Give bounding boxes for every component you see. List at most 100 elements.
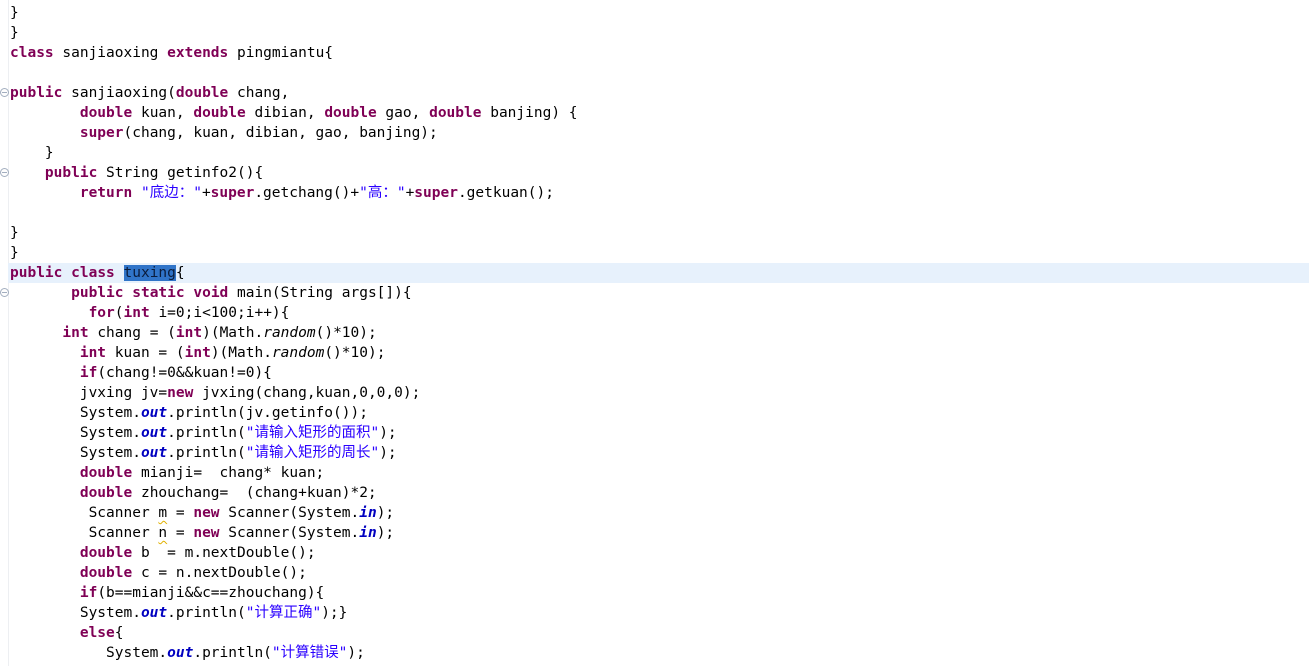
code-token: double (79, 465, 133, 481)
code-line[interactable]: double kuan, double dibian, double gao, … (0, 103, 1309, 123)
code-token: .getkuan(); (457, 185, 554, 201)
code-line[interactable] (0, 203, 1309, 223)
code-token: System. (10, 425, 141, 441)
fold-collapse-icon[interactable] (0, 168, 9, 177)
code-line[interactable]: super(chang, kuan, dibian, gao, banjing)… (0, 123, 1309, 143)
code-lines: }} class sanjiaoxing extends pingmiantu{ p… (0, 3, 1309, 663)
code-token: .getchang()+ (254, 185, 360, 201)
code-token: super (210, 185, 255, 201)
code-line[interactable] (0, 63, 1309, 83)
code-token: int (79, 345, 107, 361)
code-line[interactable]: public String getinfo2(){ (0, 163, 1309, 183)
code-token: ( (114, 305, 124, 321)
code-token: super (79, 125, 124, 141)
fold-collapse-icon[interactable] (0, 288, 9, 297)
code-token: int (184, 345, 211, 361)
code-token: "请输入矩形的周长" (245, 445, 380, 461)
selected-text: tuxing (123, 265, 176, 281)
code-token: (b==mianji&&c==zhouchang){ (97, 585, 325, 601)
code-line[interactable]: Scanner m = new Scanner(System.in); (0, 503, 1309, 523)
code-line[interactable]: } (0, 243, 1309, 263)
code-token: random (271, 345, 325, 361)
code-token: double (79, 105, 133, 121)
warning-underlined-token: n (158, 525, 168, 541)
code-token: { (175, 265, 185, 281)
code-line[interactable]: public static void main(String args[]){ (0, 283, 1309, 303)
code-token: public (71, 285, 124, 301)
code-token: i=0;i<100;i++){ (149, 305, 290, 321)
code-line[interactable]: System.out.println("请输入矩形的周长"); (0, 443, 1309, 463)
code-token: jvxing jv= (10, 385, 168, 401)
code-line[interactable]: System.out.println("计算错误"); (0, 643, 1309, 663)
code-token: )(Math. (210, 345, 272, 361)
code-token: gao, (376, 105, 430, 121)
code-token: jvxing(chang,kuan,0,0,0); (193, 385, 421, 401)
code-token: "高：" (359, 185, 406, 201)
code-token: ); (379, 445, 397, 461)
code-token: double (175, 85, 229, 101)
code-line[interactable]: if(chang!=0&&kuan!=0){ (0, 363, 1309, 383)
code-token: double (429, 105, 482, 121)
code-token: ()*10); (324, 345, 386, 361)
code-token: double (193, 105, 246, 121)
code-line[interactable]: else{ (0, 623, 1309, 643)
code-token: int (123, 305, 150, 321)
code-line-current[interactable]: public class tuxing{ (0, 263, 1309, 283)
code-line[interactable]: for(int i=0;i<100;i++){ (0, 303, 1309, 323)
code-line[interactable]: jvxing jv=new jvxing(chang,kuan,0,0,0); (0, 383, 1309, 403)
code-line[interactable]: double mianji= chang* kuan; (0, 463, 1309, 483)
code-token: double (324, 105, 377, 121)
code-line[interactable]: int kuan = (int)(Math.random()*10); (0, 343, 1309, 363)
code-line[interactable]: System.out.println(jv.getinfo()); (0, 403, 1309, 423)
code-line[interactable]: } (0, 23, 1309, 43)
code-line[interactable]: } (0, 143, 1309, 163)
code-token: } (10, 225, 19, 241)
code-line[interactable]: System.out.println("计算正确");} (0, 603, 1309, 623)
code-token: int (62, 325, 89, 341)
code-token: public (44, 165, 98, 181)
code-token: public (10, 265, 63, 281)
code-token: super (414, 185, 458, 201)
code-token: ); (376, 505, 395, 521)
code-line[interactable]: double b = m.nextDouble(); (0, 543, 1309, 563)
code-line[interactable]: public sanjiaoxing(double chang, (0, 83, 1309, 103)
code-token: System. (10, 605, 141, 621)
code-token: );} (321, 605, 348, 621)
code-token: Scanner (10, 525, 159, 541)
fold-collapse-icon[interactable] (0, 88, 9, 97)
code-editor[interactable]: }} class sanjiaoxing extends pingmiantu{ p… (0, 0, 1309, 666)
code-line[interactable]: System.out.println("请输入矩形的面积"); (0, 423, 1309, 443)
code-token: in (359, 525, 377, 541)
code-token: Scanner(System. (219, 505, 360, 521)
code-line[interactable]: } (0, 3, 1309, 23)
code-token: static (132, 285, 185, 301)
code-line[interactable]: if(b==mianji&&c==zhouchang){ (0, 583, 1309, 603)
code-token: ); (347, 645, 365, 661)
code-line[interactable]: return "底边："+super.getchang()+"高："+super… (0, 183, 1309, 203)
code-token: ); (379, 425, 397, 441)
code-token: out (140, 425, 168, 441)
code-token: = (167, 525, 194, 541)
code-token: mianji= chang* kuan; (132, 465, 325, 481)
code-line[interactable]: int chang = (int)(Math.random()*10); (0, 323, 1309, 343)
code-token: + (201, 185, 211, 201)
code-token: "底边：" (140, 185, 202, 201)
code-token: } (10, 25, 19, 41)
code-line[interactable]: double zhouchang= (chang+kuan)*2; (0, 483, 1309, 503)
code-token: class (10, 45, 54, 61)
code-token: (chang!=0&&kuan!=0){ (97, 365, 272, 381)
code-line[interactable]: class sanjiaoxing extends pingmiantu{ (0, 43, 1309, 63)
code-line[interactable]: } (0, 223, 1309, 243)
code-token: void (193, 285, 229, 301)
warning-underlined-token: m (158, 505, 168, 521)
code-line[interactable]: Scanner n = new Scanner(System.in); (0, 523, 1309, 543)
code-token: double (79, 485, 133, 501)
code-line[interactable]: double c = n.nextDouble(); (0, 563, 1309, 583)
